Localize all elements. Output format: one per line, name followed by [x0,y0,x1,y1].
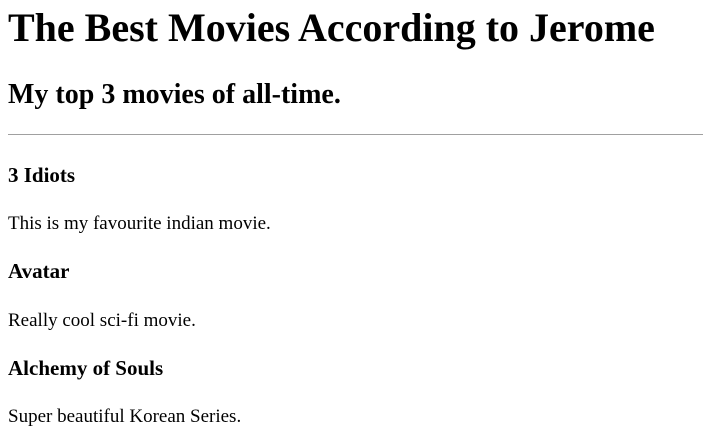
movie-title: Alchemy of Souls [8,356,164,380]
movie-description: This is my favourite indian movie. [8,213,271,234]
movie-description: Really cool sci-fi movie. [8,310,196,331]
movie-title: Avatar [8,259,70,283]
movie-title: 3 Idiots [8,163,76,187]
page: The Best Movies According to Jerome My t… [0,0,703,444]
movie-description: Super beautiful Korean Series. [8,406,242,427]
movie-list: 3 Idiots This is my favourite indian mov… [8,0,703,444]
